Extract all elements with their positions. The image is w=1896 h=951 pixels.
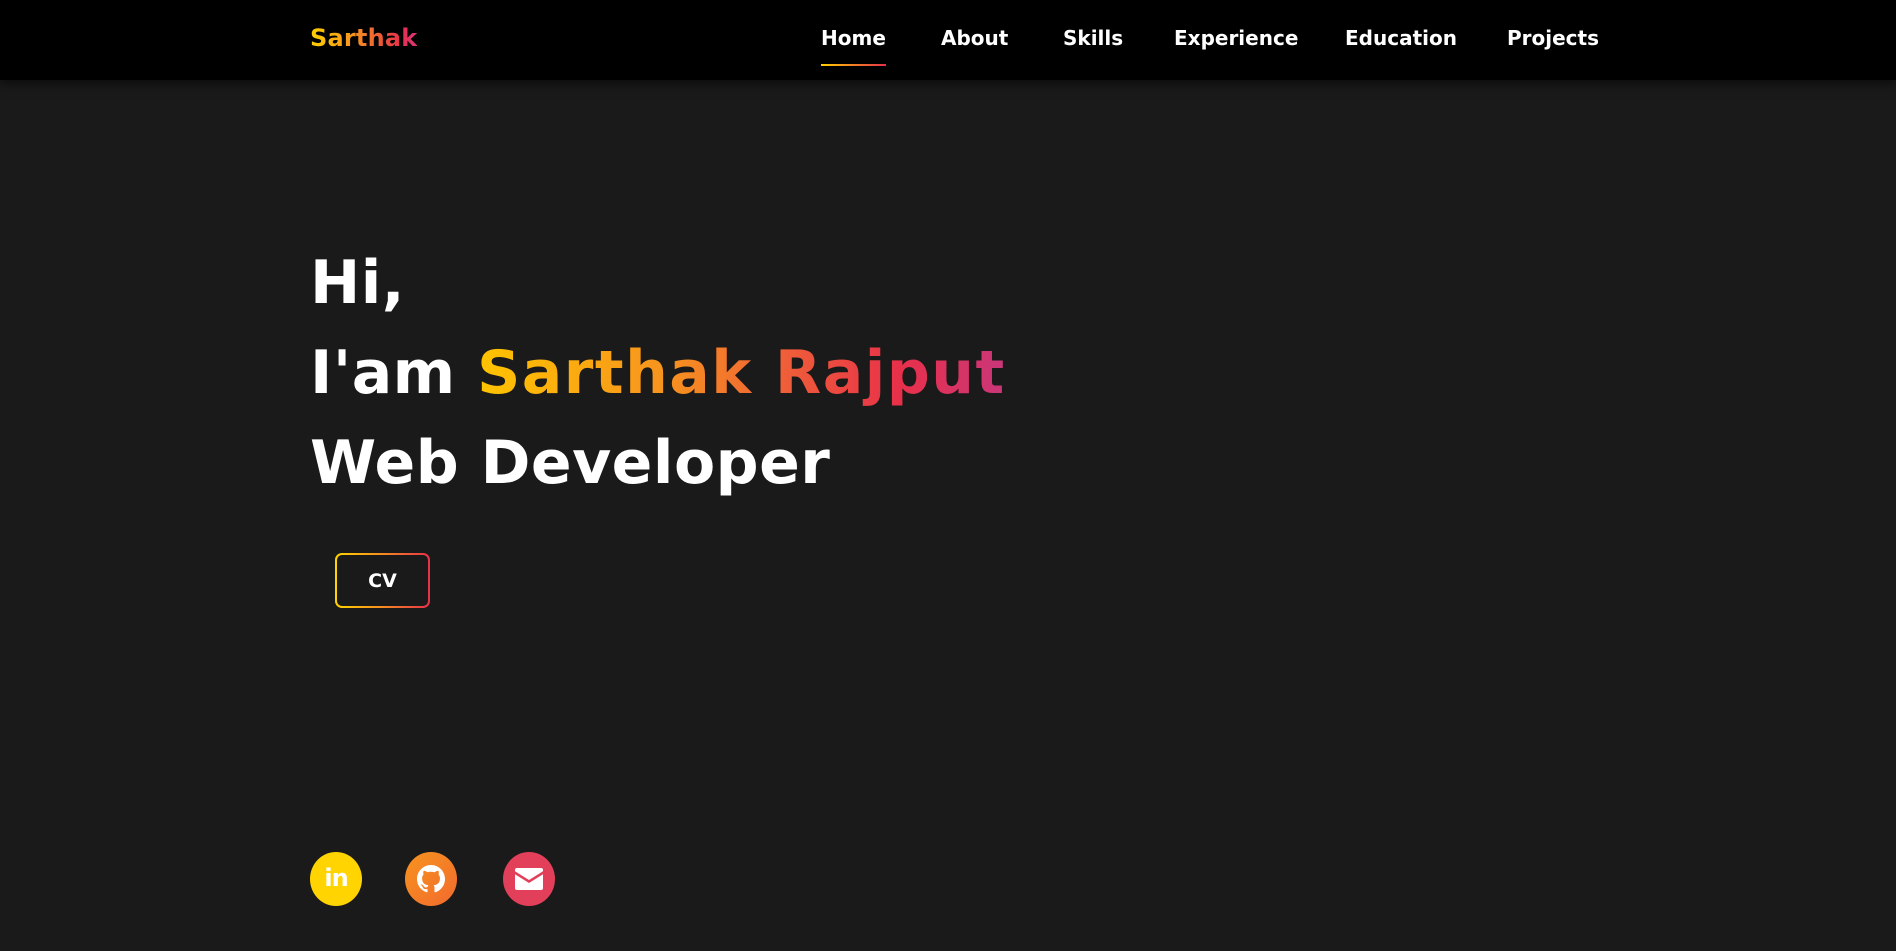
hero-name: Sarthak Rajput	[477, 338, 1006, 408]
nav-item-education[interactable]: Education	[1345, 26, 1457, 50]
mail-link[interactable]	[503, 852, 555, 906]
cv-button[interactable]: CV	[335, 553, 430, 608]
cv-button-label: CV	[337, 555, 428, 606]
linkedin-icon: in	[324, 864, 348, 892]
hero-intro-prefix: I'am	[310, 338, 456, 408]
nav-item-home[interactable]: Home	[821, 26, 886, 66]
hero-role: Web Developer	[310, 428, 831, 498]
nav-item-about[interactable]: About	[941, 26, 1008, 50]
nav-item-experience[interactable]: Experience	[1174, 26, 1298, 50]
nav-item-projects[interactable]: Projects	[1507, 26, 1599, 50]
nav-item-skills[interactable]: Skills	[1063, 26, 1123, 50]
hero-greeting: Hi,	[310, 248, 406, 318]
github-link[interactable]	[405, 852, 457, 906]
nav-links: Home About Skills Experience Education P…	[0, 26, 1896, 66]
github-icon	[417, 865, 445, 893]
linkedin-link[interactable]: in	[310, 852, 362, 906]
mail-icon	[515, 868, 543, 890]
hero-intro: I'am Sarthak Rajput	[310, 328, 1006, 418]
navbar: Sarthak Home About Skills Experience Edu…	[0, 0, 1896, 80]
hero-section: Hi, I'am Sarthak Rajput Web Developer	[310, 238, 1006, 508]
